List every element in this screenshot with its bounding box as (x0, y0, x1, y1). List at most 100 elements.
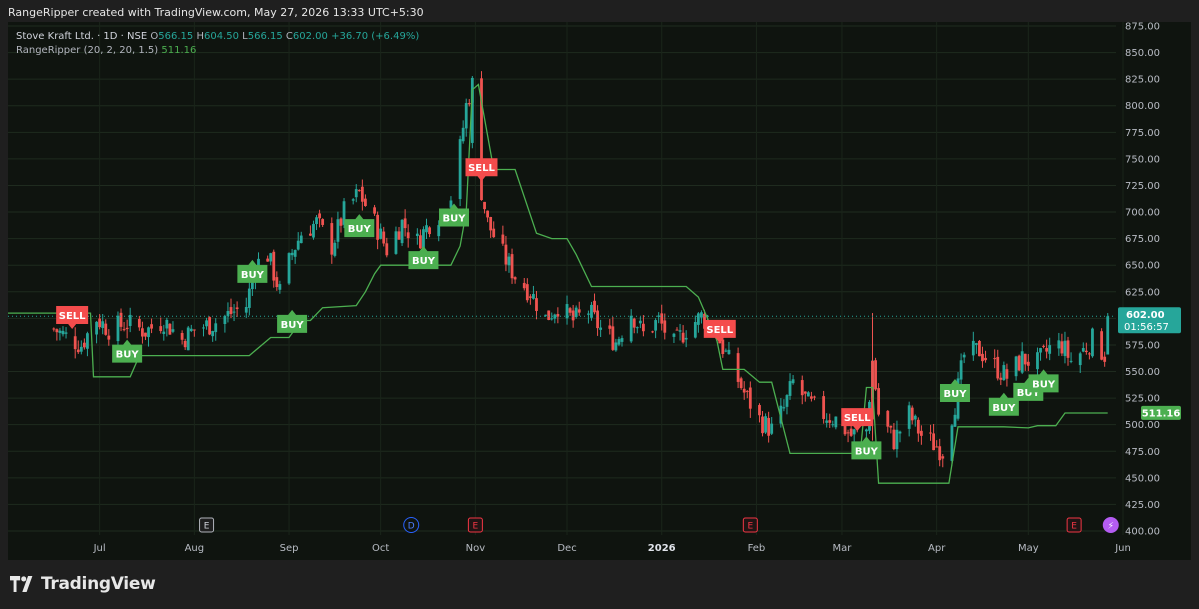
candle[interactable] (1039, 348, 1042, 353)
candle[interactable] (125, 327, 129, 330)
candle[interactable] (406, 232, 410, 239)
candle[interactable] (266, 258, 270, 262)
candle[interactable] (785, 395, 789, 407)
candle[interactable] (834, 416, 838, 428)
candle[interactable] (504, 244, 508, 265)
candle[interactable] (336, 219, 340, 242)
candle[interactable] (617, 339, 621, 345)
candle[interactable] (394, 231, 398, 254)
candle[interactable] (137, 318, 141, 328)
candle[interactable] (229, 307, 233, 315)
candle[interactable] (86, 333, 89, 349)
candle[interactable] (128, 314, 132, 326)
candle[interactable] (895, 429, 899, 450)
candle[interactable] (767, 417, 771, 436)
candle[interactable] (382, 231, 386, 244)
candle[interactable] (941, 456, 945, 459)
candle[interactable] (932, 433, 936, 451)
candle[interactable] (938, 446, 942, 461)
candle[interactable] (159, 326, 163, 332)
candle[interactable] (632, 318, 636, 328)
candle[interactable] (721, 339, 725, 354)
candle[interactable] (373, 207, 376, 214)
candle[interactable] (568, 308, 572, 313)
candle[interactable] (269, 253, 273, 262)
candle[interactable] (1017, 355, 1021, 371)
candle[interactable] (52, 328, 56, 330)
candle[interactable] (458, 139, 462, 200)
candle[interactable] (333, 242, 337, 256)
candle[interactable] (547, 310, 551, 320)
candle[interactable] (849, 428, 853, 436)
candle[interactable] (1103, 356, 1107, 362)
candle[interactable] (745, 390, 749, 392)
candle[interactable] (913, 415, 917, 420)
candle[interactable] (293, 250, 297, 257)
candle[interactable] (700, 312, 703, 318)
candle[interactable] (822, 396, 826, 419)
candle[interactable] (1060, 341, 1064, 354)
candle[interactable] (76, 349, 80, 353)
candle[interactable] (919, 430, 923, 436)
candle[interactable] (803, 391, 807, 394)
candle[interactable] (892, 429, 896, 450)
candle[interactable] (727, 349, 731, 355)
candle[interactable] (214, 323, 218, 333)
candle[interactable] (290, 252, 294, 256)
candle[interactable] (962, 354, 966, 358)
candle[interactable] (657, 315, 661, 317)
plot-area[interactable] (8, 22, 1116, 535)
candle[interactable] (678, 330, 682, 332)
candle[interactable] (104, 323, 108, 335)
candle[interactable] (116, 315, 120, 342)
candle[interactable] (425, 225, 428, 233)
candle[interactable] (831, 424, 835, 426)
candle[interactable] (1005, 369, 1009, 379)
candle[interactable] (354, 189, 358, 198)
candle[interactable] (165, 319, 169, 329)
candle[interactable] (522, 282, 526, 289)
candle[interactable] (953, 414, 957, 427)
candle[interactable] (782, 407, 786, 409)
candle[interactable] (364, 198, 367, 206)
candle[interactable] (724, 350, 728, 352)
candle[interactable] (428, 227, 431, 235)
candle[interactable] (675, 329, 679, 331)
candle[interactable] (736, 353, 740, 382)
candle[interactable] (1066, 340, 1070, 358)
candle[interactable] (287, 253, 291, 284)
candle[interactable] (813, 396, 816, 398)
candle[interactable] (186, 327, 190, 351)
candle[interactable] (806, 392, 810, 397)
candle[interactable] (614, 342, 618, 351)
candle[interactable] (147, 327, 150, 338)
candle[interactable] (651, 331, 654, 333)
candle[interactable] (742, 388, 746, 393)
candle[interactable] (886, 410, 890, 427)
candle[interactable] (141, 328, 144, 337)
candle[interactable] (351, 199, 355, 201)
candle[interactable] (874, 360, 877, 390)
candle[interactable] (483, 201, 486, 210)
candle[interactable] (764, 416, 767, 433)
candle[interactable] (544, 314, 548, 316)
candle[interactable] (315, 217, 318, 225)
candle[interactable] (611, 326, 615, 350)
candle[interactable] (553, 314, 557, 319)
candle[interactable] (107, 335, 111, 340)
candle[interactable] (208, 317, 212, 335)
candle[interactable] (376, 214, 380, 240)
candle[interactable] (999, 377, 1003, 380)
candle[interactable] (577, 309, 581, 313)
candle[interactable] (122, 329, 126, 331)
candle[interactable] (278, 284, 282, 290)
candle[interactable] (660, 313, 664, 324)
candle[interactable] (846, 432, 850, 434)
candle[interactable] (635, 327, 639, 329)
candle[interactable] (1048, 345, 1052, 354)
candle[interactable] (608, 325, 612, 329)
candle[interactable] (205, 320, 208, 327)
candle[interactable] (1100, 331, 1104, 360)
candle[interactable] (758, 405, 761, 416)
candle[interactable] (299, 235, 303, 244)
